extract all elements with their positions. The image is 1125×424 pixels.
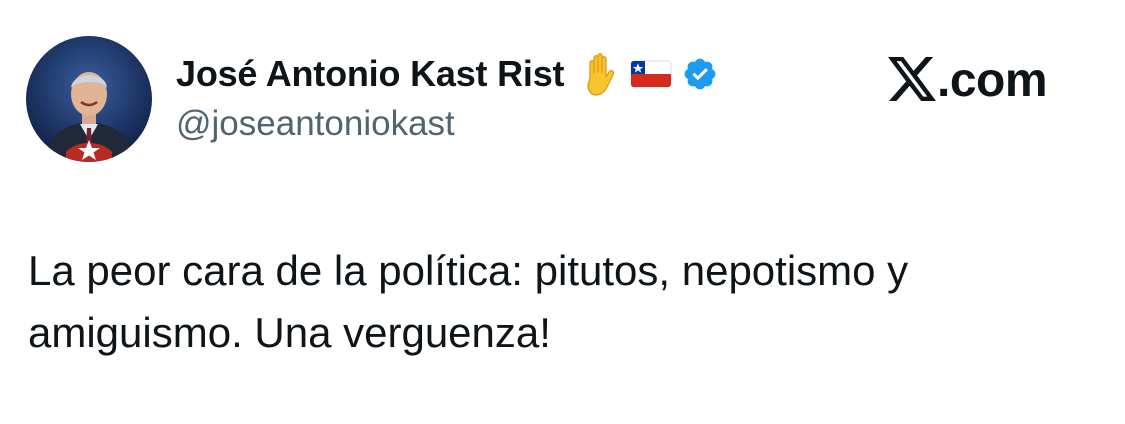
- brand-watermark: .com: [888, 52, 1048, 108]
- avatar[interactable]: [26, 36, 152, 162]
- raised-hand-icon: [576, 49, 626, 99]
- author-handle[interactable]: @joseantoniokast: [176, 104, 455, 144]
- tweet-card: José Antonio Kast Rist @joseantoniokast: [0, 0, 1125, 424]
- author-name-row: José Antonio Kast Rist: [176, 48, 718, 100]
- tweet-text: La peor cara de la política: pitutos, ne…: [28, 247, 909, 356]
- x-logo-icon: [888, 57, 936, 103]
- brand-domain-suffix: .com: [937, 53, 1048, 107]
- verified-badge-icon[interactable]: [682, 56, 718, 92]
- display-name[interactable]: José Antonio Kast Rist: [176, 53, 565, 95]
- chile-flag-icon: [630, 60, 672, 88]
- avatar-image: [26, 36, 152, 162]
